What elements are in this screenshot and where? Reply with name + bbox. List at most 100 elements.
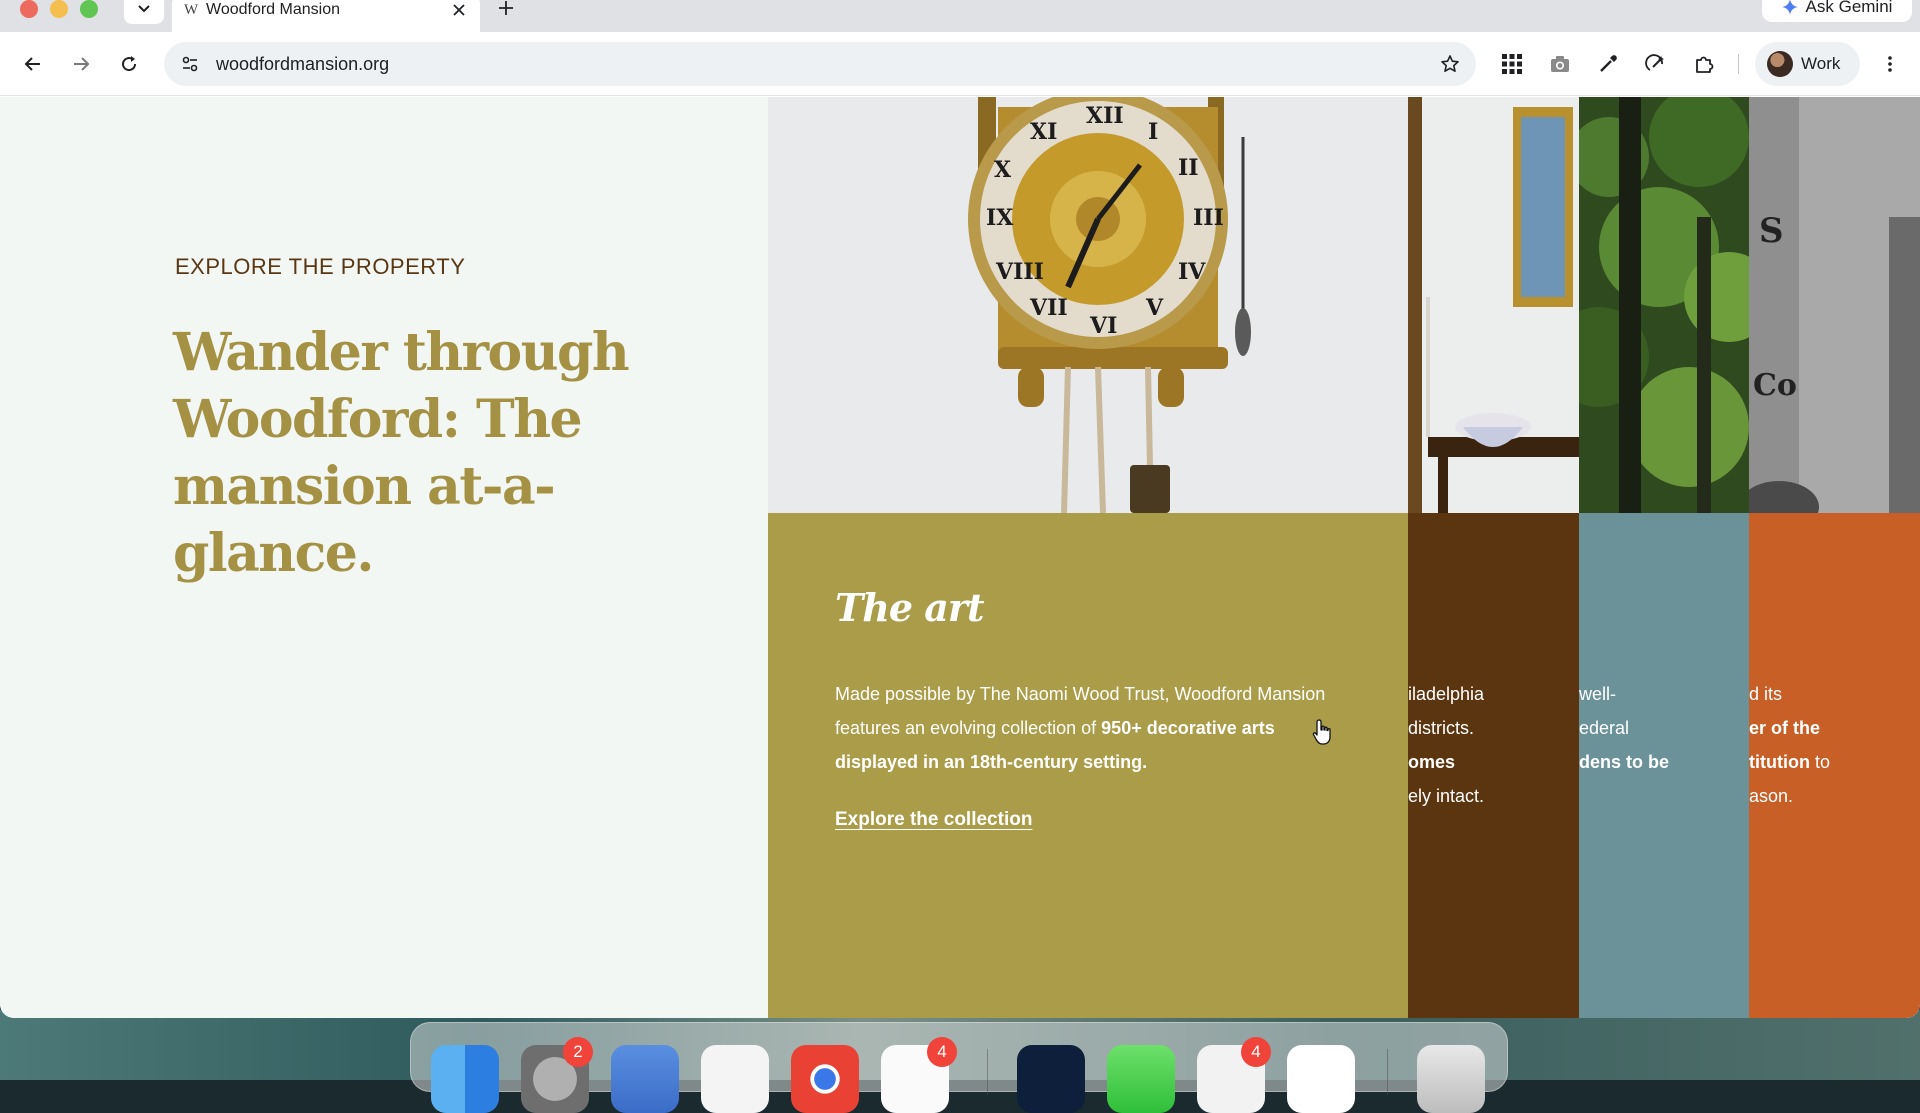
svg-text:IV: IV [1178,259,1206,285]
dock-divider [987,1049,988,1095]
minimize-window-button[interactable] [50,0,68,18]
clock-photo: XII III VI IX I II IV V VII VIII X XI [768,97,1408,513]
trees-image [1579,97,1749,513]
forward-button[interactable] [65,48,97,80]
panel-interiors-line: ely intact. [1408,786,1485,806]
messages-icon[interactable] [1107,1045,1175,1113]
utility-app-icon[interactable] [611,1045,679,1113]
browser-menu-button[interactable] [1876,50,1904,78]
macos-dock: 2 4 4 [410,1022,1508,1113]
svg-text:X: X [994,157,1012,183]
panel-gardens-line [1579,779,1669,813]
hand-cursor-icon [1312,719,1331,745]
wand-extension-button[interactable] [1642,50,1670,78]
video-app-icon[interactable] [1287,1045,1355,1113]
gemini-spark-icon [1781,0,1798,15]
panel-interiors-line: omes [1408,752,1456,772]
close-window-button[interactable] [20,0,38,18]
panel-gardens-line: ederal [1579,718,1630,738]
reload-button[interactable] [113,48,145,80]
bookmark-button[interactable] [1438,52,1462,76]
profile-label: Work [1801,54,1841,73]
apps-grid-button[interactable] [1498,50,1526,78]
property-panels: XII III VI IX I II IV V VII VIII X XI Th… [768,97,1920,1018]
svg-text:III: III [1193,205,1224,231]
tab-search-button[interactable] [124,0,164,24]
grid-icon [1502,54,1522,74]
web-page: EXPLORE THE PROPERTY Wander through Wood… [0,97,1920,1018]
panel-gardens-body: well- ederal dens to be [1579,513,1749,1018]
panel-history-line-bold: titution [1749,752,1810,772]
svg-text:XI: XI [1030,119,1057,145]
dock-divider [1387,1049,1388,1095]
svg-text:IX: IX [986,205,1014,231]
trash-icon[interactable] [1417,1045,1485,1113]
profile-button[interactable]: Work [1755,42,1860,86]
svg-text:Co: Co [1753,368,1797,403]
url-text[interactable]: woodfordmansion.org [216,54,1438,75]
site-info-button[interactable] [178,52,202,76]
arrow-right-icon [74,57,90,71]
calendar-badge: 4 [927,1037,957,1067]
screenshot-extension-button[interactable] [1546,50,1574,78]
panel-the-art[interactable]: XII III VI IX I II IV V VII VIII X XI Th… [768,97,1408,1018]
panel-gardens-line: well- [1579,684,1617,704]
puzzle-icon [1696,56,1714,73]
eyedropper-icon [1600,55,1617,72]
panel-history-line: d its [1749,684,1783,704]
panel-history-text: d its er of the titution to ason. [1749,677,1830,813]
panel-history-body: d its er of the titution to ason. [1749,513,1920,1018]
more-vertical-icon [1888,56,1892,72]
eyedropper-extension-button[interactable] [1594,50,1622,78]
newspaper-image: S Co [1749,97,1920,513]
ask-gemini-label: Ask Gemini [1805,0,1893,16]
interior-image [1408,97,1579,513]
svg-text:VII: VII [1029,295,1068,321]
plus-icon [499,1,513,15]
tab-woodford-mansion[interactable]: W Woodford Mansion [172,0,480,32]
panel-history-line: titution to [1749,752,1830,772]
arrow-left-icon [24,57,40,71]
browser-window: W Woodford Mansion Ask Gemini woodfordma… [0,0,1920,1018]
panel-history-line: er of the [1749,718,1821,738]
app-store-badge: 4 [1241,1037,1271,1067]
finder-icon[interactable] [431,1045,499,1113]
panel-history[interactable]: S Co d its er of the titution to ason. [1749,97,1920,1018]
new-tab-button[interactable] [492,0,520,22]
panel-interiors[interactable]: iladelphia districts. omes ely intact. [1408,97,1579,1018]
panel-gardens[interactable]: well- ederal dens to be [1579,97,1749,1018]
svg-text:II: II [1178,155,1199,181]
tab-close-button[interactable] [450,1,468,19]
photoshop-icon[interactable] [1017,1045,1085,1113]
svg-text:S: S [1759,211,1784,251]
panel-interiors-text: iladelphia districts. omes ely intact. [1408,677,1484,813]
address-bar[interactable]: woodfordmansion.org [164,42,1476,86]
camera-icon [1551,56,1569,72]
panel-interiors-line: districts. [1408,718,1475,738]
tune-icon [182,56,198,72]
browser-toolbar: woodfordmansion.org Work [0,32,1920,96]
svg-text:I: I [1148,119,1158,145]
panel-gardens-text: well- ederal dens to be [1579,677,1669,813]
panel-history-line: ason. [1749,786,1794,806]
maximize-window-button[interactable] [80,0,98,18]
panel-interiors-body: iladelphia districts. omes ely intact. [1408,513,1579,1018]
interior-photo [1408,97,1579,513]
reload-icon [122,56,137,72]
ask-gemini-button[interactable]: Ask Gemini [1762,0,1912,22]
panel-the-art-body: The art Made possible by The Naomi Wood … [768,513,1408,1018]
chrome-icon[interactable] [791,1045,859,1113]
page-headline: Wander through Woodford: The mansion at-… [173,322,630,584]
avatar [1767,51,1793,77]
back-button[interactable] [17,48,49,80]
panel-gardens-line: dens to be [1579,752,1670,772]
svg-text:VIII: VIII [995,259,1044,285]
favicon-icon: W [184,1,199,18]
extensions-button[interactable] [1690,50,1718,78]
close-icon [453,4,465,16]
system-settings-badge: 2 [563,1037,593,1067]
svg-text:V: V [1145,295,1164,321]
explore-collection-link[interactable]: Explore the collection [835,809,1032,831]
launchpad-icon[interactable] [701,1045,769,1113]
star-icon [1441,55,1459,72]
